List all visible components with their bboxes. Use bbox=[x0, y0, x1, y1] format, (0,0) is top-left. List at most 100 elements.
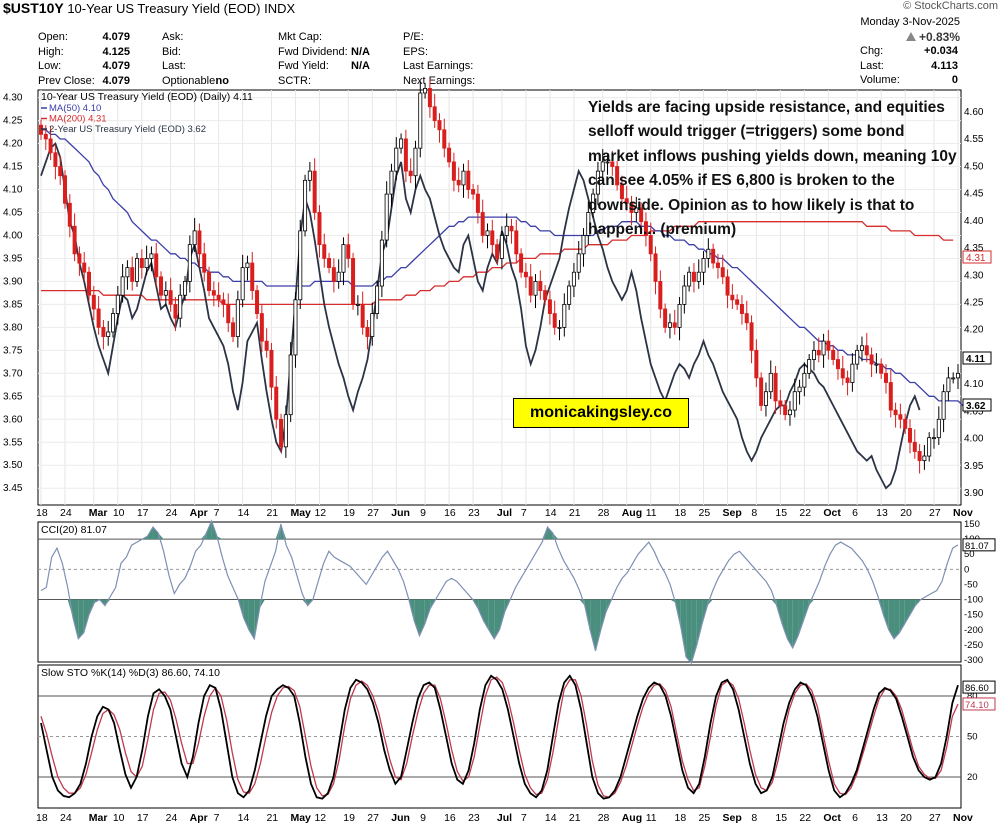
candle-body bbox=[341, 244, 346, 273]
candle-body bbox=[523, 271, 528, 278]
candle-body bbox=[946, 377, 951, 393]
candle-body bbox=[514, 230, 519, 255]
candle-body bbox=[706, 248, 711, 259]
candle-body bbox=[543, 290, 548, 301]
candle-body bbox=[235, 299, 240, 337]
candle-body bbox=[264, 340, 269, 351]
candle-body bbox=[423, 88, 428, 94]
right-axis-tick: 3.95 bbox=[964, 461, 984, 472]
candle-body bbox=[451, 161, 456, 181]
sto-axis-tick: 50 bbox=[967, 732, 978, 743]
candle-body bbox=[255, 290, 260, 314]
x-axis-label: 12 bbox=[314, 507, 326, 519]
candle-body bbox=[413, 147, 418, 177]
left-axis-tick: 4.05 bbox=[3, 207, 23, 218]
candle-body bbox=[907, 428, 912, 443]
candle-body bbox=[811, 349, 816, 360]
cci-axis-tick: 0 bbox=[964, 564, 969, 575]
candle-body bbox=[48, 138, 53, 154]
sto-title: Slow STO %K(14) %D(3) 86.60, 74.10 bbox=[41, 667, 220, 679]
candle-body bbox=[931, 437, 936, 440]
candle-body bbox=[509, 225, 514, 232]
candle-body bbox=[735, 299, 740, 305]
price-chart-title: 10-Year US Treasury Yield (EOD) (Daily) … bbox=[41, 91, 253, 103]
candle-body bbox=[816, 349, 821, 356]
candle-body bbox=[956, 372, 961, 379]
right-axis-tick: 4.00 bbox=[964, 434, 984, 445]
x-axis-label: 20 bbox=[900, 812, 912, 824]
candle-body bbox=[927, 437, 932, 457]
x-axis-label: Nov bbox=[953, 507, 973, 519]
legend-entry: MA(200) 4.31 bbox=[49, 114, 107, 125]
x-axis-label: Apr bbox=[190, 507, 208, 519]
candle-body bbox=[778, 400, 783, 406]
x-axis-label: 10 bbox=[113, 507, 125, 519]
x-axis-label: Sep bbox=[723, 507, 742, 519]
candle-body bbox=[346, 244, 351, 259]
candle-body bbox=[869, 354, 874, 365]
x-axis-label: 24 bbox=[60, 507, 72, 519]
left-axis-tick: 3.50 bbox=[3, 460, 23, 471]
candle-body bbox=[787, 409, 792, 416]
x-axis-label: 15 bbox=[775, 812, 787, 824]
x-axis-label: 28 bbox=[598, 812, 610, 824]
x-axis-label: 19 bbox=[343, 812, 355, 824]
x-axis-label: 27 bbox=[929, 507, 941, 519]
x-axis-label: 13 bbox=[876, 507, 888, 519]
cci-axis-tick: -50 bbox=[964, 579, 978, 590]
candle-body bbox=[941, 391, 946, 420]
candle-body bbox=[845, 377, 850, 383]
x-axis-label: 13 bbox=[876, 812, 888, 824]
value-tag-text: 4.11 bbox=[966, 354, 985, 365]
candle-body bbox=[581, 235, 586, 255]
candle-body bbox=[173, 303, 178, 319]
right-axis-tick: 4.45 bbox=[964, 189, 984, 200]
candle-body bbox=[322, 244, 327, 259]
stochastic-panel[interactable]: 805020Slow STO %K(14) %D(3) 86.60, 74.10… bbox=[37, 664, 996, 809]
candle-body bbox=[480, 212, 485, 236]
candle-body bbox=[245, 262, 250, 269]
left-axis-tick: 3.60 bbox=[3, 414, 23, 425]
candle-body bbox=[269, 349, 274, 388]
cci-plot-frame bbox=[37, 521, 962, 663]
candle-body bbox=[528, 276, 533, 296]
candle-body bbox=[855, 349, 860, 365]
candle-body bbox=[749, 322, 754, 351]
cci-panel[interactable]: 150100500-50-100-150-200-250-300CCI(20) … bbox=[37, 519, 996, 666]
left-axis-tick: 3.80 bbox=[3, 322, 23, 333]
annotation-text: Yields are facing upside resistance, and… bbox=[588, 99, 957, 239]
candle-body bbox=[826, 340, 831, 351]
x-axis-label: Oct bbox=[823, 812, 841, 824]
candle-body bbox=[360, 303, 365, 328]
right-axis-tick: 4.25 bbox=[964, 298, 984, 309]
candle-body bbox=[720, 267, 725, 278]
x-axis-label: 12 bbox=[314, 812, 326, 824]
x-axis-label: Jul bbox=[497, 507, 512, 519]
sto-value-tag: 86.60 bbox=[962, 680, 996, 694]
candle-body bbox=[53, 152, 58, 167]
x-axis-label: 18 bbox=[36, 812, 48, 824]
x-axis-label: 7 bbox=[214, 507, 220, 519]
candle-body bbox=[418, 92, 423, 149]
candle-body bbox=[178, 294, 183, 319]
x-axis-label: 14 bbox=[545, 812, 557, 824]
candle-body bbox=[202, 253, 207, 273]
candle-body bbox=[211, 290, 216, 296]
candle-body bbox=[91, 294, 96, 310]
cci-axis-tick: -100 bbox=[964, 595, 983, 606]
x-axis-label: 17 bbox=[137, 812, 149, 824]
candle-body bbox=[139, 258, 144, 269]
candle-body bbox=[759, 377, 764, 406]
x-axis-label: 6 bbox=[852, 812, 858, 824]
candle-body bbox=[859, 345, 864, 351]
x-axis-label: 14 bbox=[238, 812, 250, 824]
candle-body bbox=[125, 267, 130, 278]
candle-body bbox=[821, 340, 826, 356]
x-axis-label: 16 bbox=[444, 812, 456, 824]
x-axis-label: 24 bbox=[166, 812, 178, 824]
x-axis-label: 21 bbox=[569, 812, 581, 824]
x-axis-label: 21 bbox=[266, 507, 278, 519]
candle-body bbox=[917, 451, 922, 462]
left-axis-tick: 3.45 bbox=[3, 483, 23, 494]
candle-body bbox=[154, 253, 159, 278]
